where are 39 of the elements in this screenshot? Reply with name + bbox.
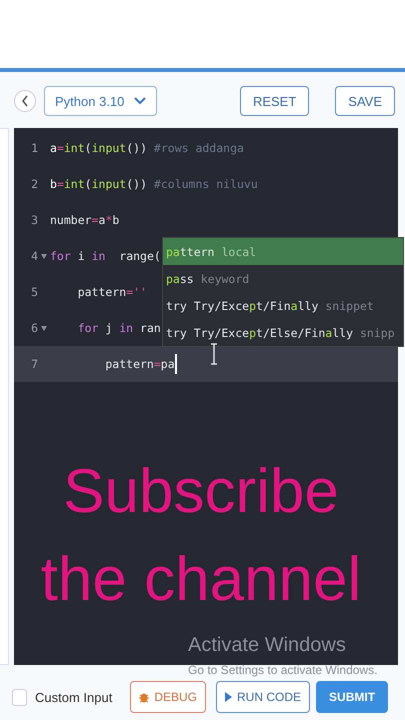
code-line: pattern=pa bbox=[104, 357, 175, 371]
toolbar-button[interactable]: SAVE bbox=[335, 86, 395, 116]
fold-icon bbox=[41, 254, 47, 258]
line-number: 5 bbox=[30, 285, 38, 299]
chevron-left-icon bbox=[21, 95, 29, 107]
suggestion-item[interactable]: try Try/Except/Else/Finally snipp bbox=[163, 319, 403, 346]
submit-button[interactable]: SUBMIT bbox=[316, 681, 388, 713]
toolbar-button[interactable]: RESET bbox=[240, 86, 310, 116]
play-icon bbox=[225, 692, 232, 702]
line-number: 7 bbox=[30, 357, 38, 371]
code-line: a=int(input()) #rows addanga bbox=[50, 141, 244, 155]
run-code-button[interactable]: RUN CODE bbox=[216, 681, 310, 713]
suggestion-item[interactable]: try Try/Except/Finally snippet bbox=[163, 292, 403, 319]
code-line: b=int(input()) #columns niluvu bbox=[50, 177, 258, 191]
code-line: for j in ran bbox=[76, 321, 161, 335]
line-number: 3 bbox=[30, 213, 38, 227]
ibeam-cursor-icon bbox=[210, 343, 218, 365]
text-cursor bbox=[174, 354, 177, 374]
suggestion-item[interactable]: pass keyword bbox=[163, 265, 403, 292]
checkbox-label: Custom Input bbox=[35, 690, 112, 704]
fold-icon bbox=[41, 326, 47, 330]
caption-text: Subscribe bbox=[63, 456, 339, 528]
watermark-text: Activate Windows bbox=[188, 634, 347, 657]
bug-icon bbox=[139, 691, 150, 703]
watermark-text: Go to Settings to activate Windows. bbox=[188, 663, 378, 677]
line-number: 2 bbox=[30, 177, 38, 191]
suggestion-item[interactable]: pattern local bbox=[163, 238, 403, 265]
chevron-down-icon bbox=[134, 97, 146, 105]
checkbox[interactable] bbox=[12, 688, 27, 706]
line-number: 6 bbox=[30, 321, 38, 335]
back-button[interactable] bbox=[14, 90, 36, 112]
debug-button[interactable]: DEBUG bbox=[130, 681, 206, 713]
code-line: for i in range( bbox=[50, 249, 161, 263]
line-number: 1 bbox=[30, 141, 38, 155]
code-line: pattern='' bbox=[76, 285, 147, 299]
language-dropdown[interactable]: Python 3.10 bbox=[44, 86, 158, 116]
line-number: 4 bbox=[30, 249, 38, 263]
code-line: number=a*b bbox=[50, 213, 120, 227]
caption-text: the channel bbox=[40, 544, 362, 616]
